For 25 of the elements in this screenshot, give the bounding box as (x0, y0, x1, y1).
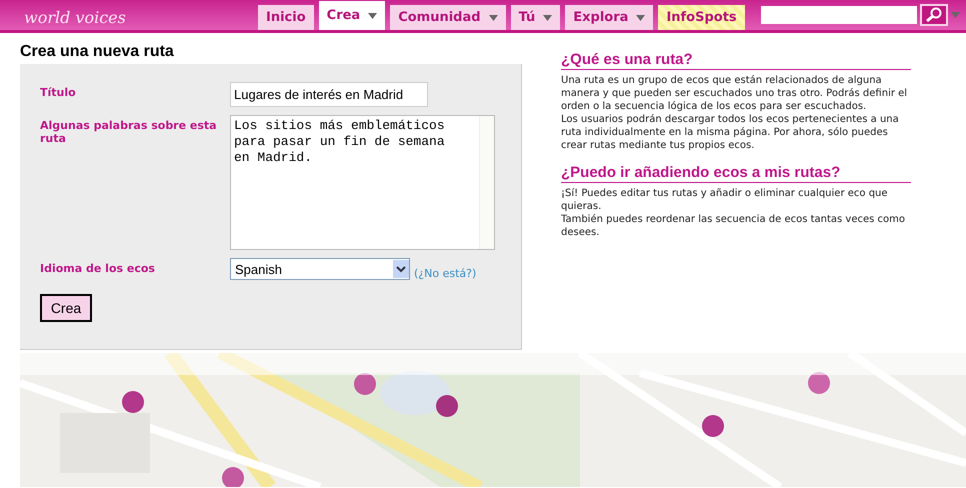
help-paragraph: Los usuarios podrán descargar todos los ecos pertenecientes a una ruta individualmente en la misma página. Por ahora, sólo puedes crear rutas mediante tus propios ecos. (561, 113, 900, 152)
help-paragraph: Una ruta es un grupo de ecos que están relacionados de alguna manera y que pueden ser escuchados uno tras otro. Podrás definir el orden o la secuencia lógica de los ecos para ser escuchados. (561, 74, 908, 113)
page-title: Crea una nueva ruta (20, 43, 175, 61)
help-paragraph: ¡Sí! Puedes editar tus rutas y añadir o eliminar cualquier eco que quieras. (561, 187, 889, 213)
nav-tab[interactable]: Explora (565, 5, 654, 30)
help-heading: ¿Qué es una ruta? (561, 51, 911, 70)
help-paragraph: También puedes reordenar las secuencia de ecos tantas veces como desees. (561, 213, 906, 239)
field-label: Idioma de los ecos (40, 261, 156, 275)
title-input[interactable]: Lugares de interés en Madrid (230, 82, 428, 107)
nav-tab[interactable]: Inicio (258, 5, 314, 30)
search-field[interactable] (761, 6, 917, 24)
nav-tab[interactable]: Crea (318, 1, 386, 30)
search-button[interactable] (920, 4, 948, 26)
description-textarea[interactable]: Los sitios más emblemáticos para pasar un fin de semana en Madrid. (230, 115, 495, 250)
language-select[interactable]: Spanish (230, 258, 410, 280)
nav-tab[interactable]: Tú (510, 5, 560, 30)
field-label: Título (40, 85, 77, 99)
nav-tab[interactable]: InfoSpots (658, 5, 745, 30)
missing-language-link[interactable]: (¿No está?) (414, 267, 476, 280)
caret-icon (951, 12, 960, 18)
nav-tab[interactable]: Comunidad (390, 5, 506, 30)
logo-tagline: world voices (24, 9, 126, 27)
help-heading: ¿Puedo ir añadiendo ecos a mis rutas? (561, 164, 911, 183)
create-button[interactable]: Crea (40, 294, 92, 322)
field-label: Algunas palabras sobre esta ruta (40, 118, 218, 145)
